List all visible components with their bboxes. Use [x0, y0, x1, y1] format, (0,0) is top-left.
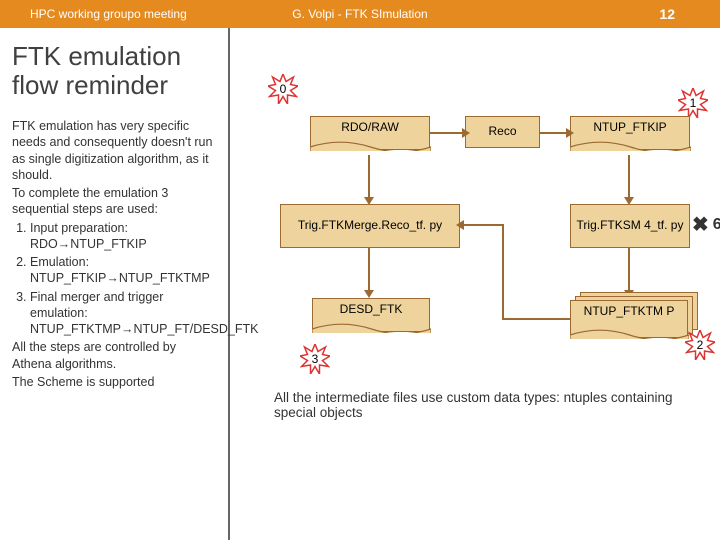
body-p1: FTK emulation has very specific needs an… — [12, 118, 217, 183]
box-ntup-ftkip: NTUP_FTKIP — [570, 116, 690, 150]
burst-2: 2 — [685, 330, 715, 360]
box-reco-label: Reco — [488, 125, 516, 138]
body-text: FTK emulation has very specific needs an… — [12, 118, 217, 392]
conn-tmp-h — [502, 318, 570, 320]
meeting-name: HPC working groupo meeting — [30, 7, 187, 21]
top-bar: HPC working groupo meeting G. Volpi - FT… — [0, 0, 720, 28]
arrow-reco-ip — [566, 128, 574, 138]
vertical-divider — [228, 28, 230, 540]
box-rdo-raw-label: RDO/RAW — [341, 121, 399, 134]
conn-rdo-merge — [368, 155, 370, 199]
arrow-rdo-reco — [462, 128, 470, 138]
flow-diagram: 0 1 RDO/RAW Reco NTUP_FTKIP Trig.FTKMerg… — [240, 60, 720, 540]
box-ntuptmp: NTUP_FTKTM P — [570, 300, 688, 338]
box-merge-label: Trig.FTKMerge.Reco_tf. py — [298, 219, 442, 232]
body-li2: Emulation: NTUP_FTKIP→NTUP_FTKTMP — [30, 254, 217, 287]
conn-tmp-v — [502, 224, 504, 320]
conn-merge-desd — [368, 248, 370, 292]
arrow-tmp-merge — [456, 220, 464, 230]
body-li1: Input preparation: RDO→NTUP_FTKIP — [30, 220, 217, 253]
conn-ip-sm4 — [628, 155, 630, 199]
body-p4: The Scheme is supported — [12, 374, 217, 390]
box-desd: DESD_FTK — [312, 298, 430, 332]
multiplier: ✖ 64 — [692, 212, 720, 237]
body-p2: To complete the emulation 3 sequential s… — [12, 185, 217, 218]
conn-sm4-tmp — [628, 248, 630, 292]
box-reco: Reco — [465, 116, 540, 148]
burst-0: 0 — [268, 74, 298, 104]
burst-2-label: 2 — [697, 338, 704, 352]
author-title: G. Volpi - FTK SImulation — [292, 7, 427, 21]
burst-1: 1 — [678, 88, 708, 118]
conn-reco-ip — [540, 132, 568, 134]
conn-rdo-reco — [430, 132, 464, 134]
multiplier-value: 64 — [713, 216, 720, 234]
diagram-caption: All the intermediate files use custom da… — [274, 390, 694, 420]
box-rdo-raw: RDO/RAW — [310, 116, 430, 150]
box-sm4: Trig.FTKSM 4_tf. py — [570, 204, 690, 248]
burst-3: 3 — [300, 344, 330, 374]
multiply-icon: ✖ — [692, 212, 709, 237]
conn-tmp-h2 — [462, 224, 504, 226]
burst-1-label: 1 — [690, 96, 697, 110]
box-desd-label: DESD_FTK — [340, 303, 403, 316]
title-line1: FTK emulation — [12, 42, 181, 71]
box-merge: Trig.FTKMerge.Reco_tf. py — [280, 204, 460, 248]
box-ntup-ftkip-label: NTUP_FTKIP — [593, 121, 666, 134]
burst-0-label: 0 — [280, 82, 287, 96]
page-number: 12 — [659, 6, 675, 22]
box-ntuptmp-label: NTUP_FTKTM P — [584, 305, 675, 318]
title-line2: flow reminder — [12, 71, 181, 100]
burst-3-label: 3 — [312, 352, 319, 366]
slide-title: FTK emulation flow reminder — [12, 42, 181, 99]
arrow-merge-desd — [364, 290, 374, 298]
body-p3: All the steps are controlled by Athena a… — [12, 339, 217, 372]
box-sm4-label: Trig.FTKSM 4_tf. py — [577, 219, 684, 232]
body-li3: Final merger and trigger emulation: NTUP… — [30, 289, 217, 338]
